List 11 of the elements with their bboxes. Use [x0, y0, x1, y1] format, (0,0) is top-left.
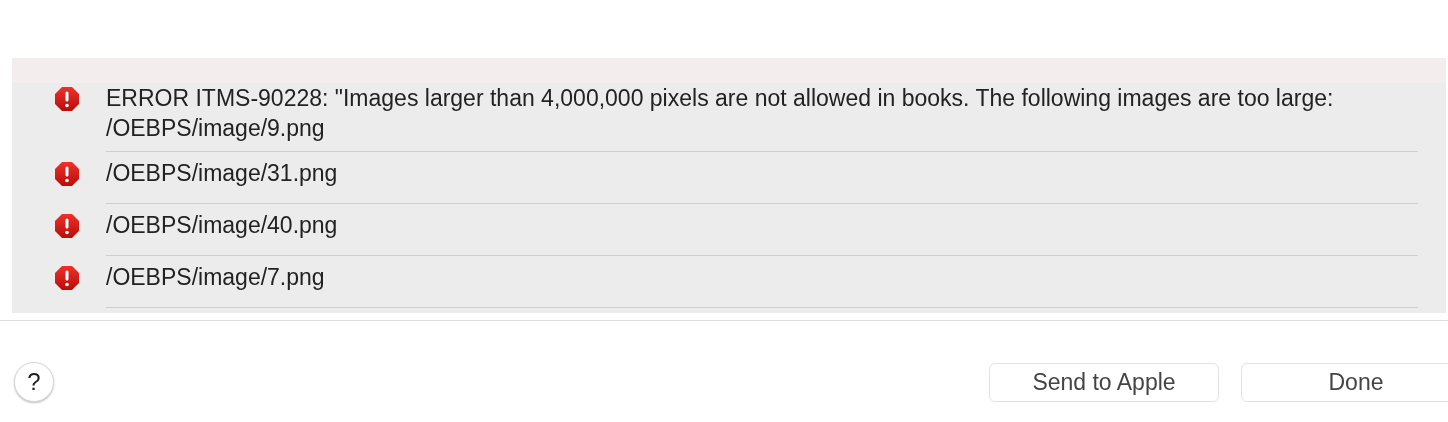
error-icon — [54, 265, 80, 291]
error-icon — [54, 213, 80, 239]
issue-message: /OEBPS/image/7.png — [106, 262, 1418, 308]
error-icon — [54, 86, 80, 112]
dialog-button[interactable]: Done — [1241, 362, 1448, 402]
error-icon — [54, 161, 80, 187]
issue-message: /OEBPS/image/40.png — [106, 210, 1418, 256]
issue-message: ERROR ITMS-90228: "Images larger than 4,000,000 pixels are not allowed in books. The following images are too large: /OEBPS/image/9.png — [106, 83, 1418, 152]
dialog-button[interactable]: Send to Apple — [989, 362, 1219, 402]
issue-message: /OEBPS/image/31.png — [106, 158, 1418, 204]
help-button[interactable]: ? — [14, 362, 54, 402]
